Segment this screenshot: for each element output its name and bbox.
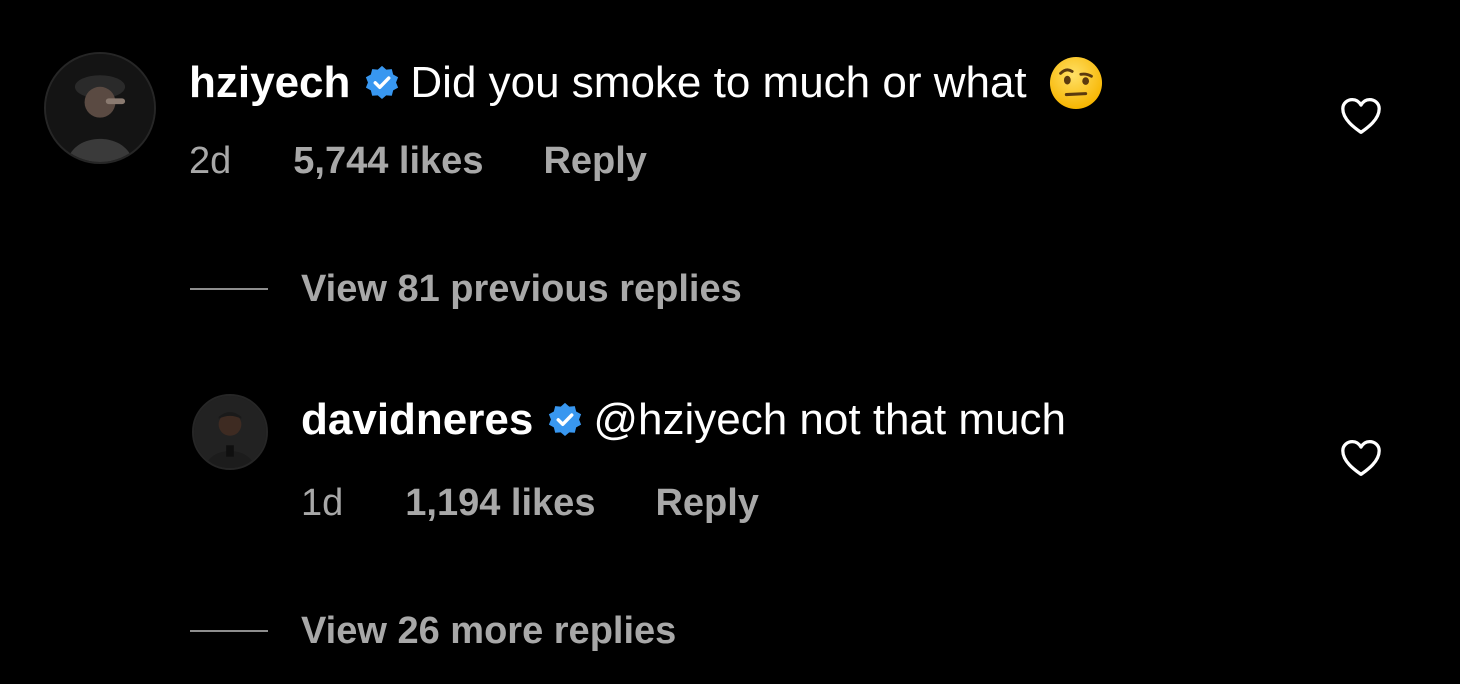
likes-count[interactable]: 1,194 likes xyxy=(405,484,595,522)
heart-outline-icon[interactable] xyxy=(1339,438,1383,478)
avatar-photo xyxy=(194,396,266,468)
verified-badge-icon xyxy=(364,65,400,101)
verified-badge-icon xyxy=(547,402,583,438)
comment-text: Did you smoke to much or what xyxy=(410,58,1027,107)
comment-line: hziyech Did you smoke to much or what xyxy=(189,56,1103,110)
view-previous-replies-button[interactable]: View 81 previous replies xyxy=(190,270,742,308)
username[interactable]: davidneres xyxy=(301,398,533,442)
divider-line xyxy=(190,288,268,290)
view-previous-replies-label: View 81 previous replies xyxy=(301,268,742,310)
comment-timestamp: 1d xyxy=(301,482,344,524)
comment-meta: 2d 5,744 likes Reply xyxy=(189,142,647,180)
divider-line xyxy=(190,630,268,632)
heart-outline-icon[interactable] xyxy=(1339,96,1383,136)
comment-line: davidneres @hziyech not that much xyxy=(301,398,1066,442)
view-more-replies-label: View 26 more replies xyxy=(301,610,677,652)
comment-text: @hziyech not that much xyxy=(593,395,1067,444)
comment-meta: 1d 1,194 likes Reply xyxy=(301,484,759,522)
likes-count[interactable]: 5,744 likes xyxy=(293,142,483,180)
avatar-davidneres[interactable] xyxy=(192,394,268,470)
face-with-raised-eyebrow-emoji-icon xyxy=(1049,56,1103,110)
view-more-replies-button[interactable]: View 26 more replies xyxy=(190,612,676,650)
comment-timestamp: 2d xyxy=(189,140,232,182)
reply-button[interactable]: Reply xyxy=(543,142,646,180)
reply-button[interactable]: Reply xyxy=(655,484,758,522)
avatar-photo xyxy=(46,54,154,162)
username[interactable]: hziyech xyxy=(189,61,350,105)
avatar-hziyech[interactable] xyxy=(44,52,156,164)
